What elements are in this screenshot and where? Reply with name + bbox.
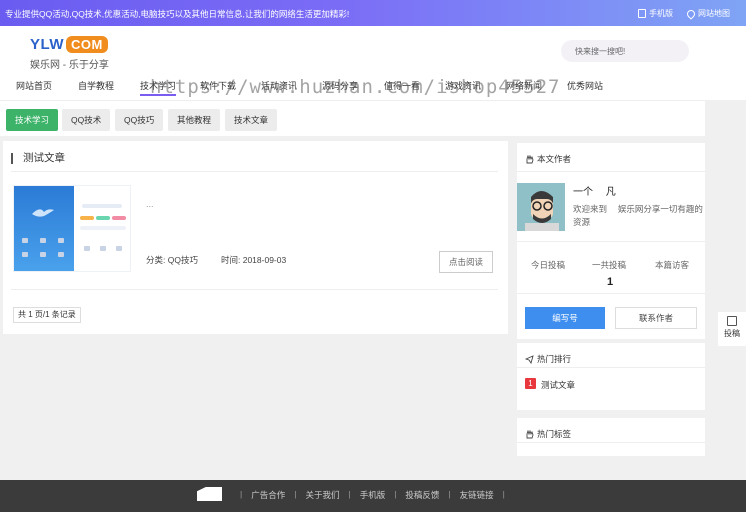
hot-tags-card: 热门标签 <box>517 418 705 456</box>
logo-mark: YLW COM <box>30 36 109 53</box>
nav-item-game-news[interactable]: 游戏资讯 <box>445 79 481 92</box>
submit-side-tab[interactable]: 投稿 <box>718 312 746 346</box>
footer-link-feedback[interactable]: 投稿反馈 <box>405 489 439 501</box>
read-more-button[interactable]: 点击阅读 <box>439 251 493 273</box>
nav-item-source-code[interactable]: 源码分享 <box>322 79 358 92</box>
logo-tagline: 娱乐网 - 乐于分享 <box>30 60 109 71</box>
bird-icon <box>32 209 54 217</box>
section-title: 测试文章 <box>11 153 65 164</box>
footer-link-about[interactable]: 关于我们 <box>305 489 339 501</box>
author-name: 一个 凡 <box>573 187 616 198</box>
footer-link-friends[interactable]: 友链链接 <box>460 489 494 501</box>
stat-today-label: 今日投稿 <box>531 260 566 270</box>
footer-logo <box>197 487 222 501</box>
top-announcement-bar: 专业提供QQ活动,QQ技术,优惠活动,电脑技巧以及其他日常信息,让我们的网络生活… <box>0 0 746 26</box>
map-pin-icon <box>685 7 697 20</box>
rank-badge: 1 <box>525 378 536 389</box>
site-slogan: 专业提供QQ活动,QQ技术,优惠活动,电脑技巧以及其他日常信息,让我们的网络生活… <box>5 9 350 19</box>
tag-tech-learning[interactable]: 技术学习 <box>6 109 59 131</box>
author-card-heading: 本文作者 <box>525 153 571 165</box>
stat-visitors-label: 本篇访客 <box>655 260 690 270</box>
main-nav: 网站首页 自学教程 技术学习 软件下载 活动资讯 源码分享 值得一看 游戏资讯 … <box>0 76 746 98</box>
mobile-link[interactable]: 手机版 <box>638 8 673 19</box>
article-thumbnail[interactable] <box>13 185 131 272</box>
tag-other-tutorials[interactable]: 其他教程 <box>168 109 221 131</box>
contact-author-button[interactable]: 联系作者 <box>615 307 697 329</box>
nav-item-net-news[interactable]: 网络新闻 <box>506 79 542 92</box>
footer-links: | 广告合作 | 关于我们 | 手机版 | 投稿反馈 | 友链链接 | <box>240 489 505 501</box>
hot-ranking-card: 热门排行 1 测试文章 <box>517 343 705 410</box>
avatar-illustration <box>517 183 565 231</box>
nav-item-home[interactable]: 网站首页 <box>16 79 52 92</box>
article-list-panel: 测试文章 ... 分类: QQ技巧 时间: 2018-09-03 点击阅读 共 … <box>3 141 508 334</box>
article-time: 时间: 2018-09-03 <box>221 255 287 265</box>
stat-total-value: 1 <box>607 276 614 288</box>
stat-total-label: 一共投稿 <box>592 260 627 270</box>
divider <box>11 289 498 290</box>
article-excerpt: ... <box>146 199 154 209</box>
paper-plane-icon <box>525 354 534 364</box>
subscribe-button[interactable]: 编写号 <box>525 307 605 329</box>
author-avatar[interactable] <box>517 183 565 231</box>
sitemap-link[interactable]: 网站地图 <box>685 7 730 20</box>
nav-item-activities[interactable]: 活动资讯 <box>261 79 297 92</box>
tag-qq-tips[interactable]: QQ技巧 <box>115 109 164 131</box>
site-footer: | 广告合作 | 关于我们 | 手机版 | 投稿反馈 | 友链链接 | <box>0 480 746 512</box>
divider <box>11 171 498 172</box>
article-category: 分类: QQ技巧 <box>146 255 198 265</box>
hand-icon <box>526 154 534 163</box>
thumbnail-sidebar <box>14 186 74 271</box>
nav-item-worth-reading[interactable]: 值得一看 <box>384 79 420 92</box>
top-links: 手机版 网站地图 <box>638 7 730 20</box>
nav-item-tutorials[interactable]: 自学教程 <box>78 79 114 92</box>
mobile-icon <box>638 9 646 18</box>
thumbnail-panel <box>74 186 130 271</box>
site-logo[interactable]: YLW COM 娱乐网 - 乐于分享 <box>30 36 109 71</box>
tag-qq-tech[interactable]: QQ技术 <box>62 109 111 131</box>
category-tag-bar: 技术学习 QQ技术 QQ技巧 其他教程 技术文章 <box>0 100 705 136</box>
nav-item-tech-learning[interactable]: 技术学习 <box>140 79 177 96</box>
search-input[interactable] <box>561 40 689 62</box>
footer-link-mobile[interactable]: 手机版 <box>360 489 386 501</box>
nav-item-software[interactable]: 软件下载 <box>200 79 236 92</box>
hand-icon <box>526 429 534 438</box>
hot-article-link[interactable]: 测试文章 <box>541 379 575 391</box>
nav-item-sites[interactable]: 优秀网站 <box>567 79 603 92</box>
hot-tags-heading: 热门标签 <box>525 428 571 440</box>
author-bio: 欢迎来到 娱乐网分享一切有趣的资源 <box>573 204 703 227</box>
footer-link-ads[interactable]: 广告合作 <box>251 489 285 501</box>
author-card: 本文作者 一个 凡 欢迎来到 娱乐网分享一切有趣的资源 今日投稿 一共投稿 本篇… <box>517 143 705 339</box>
pagination-info: 共 1 页/1 条记录 <box>13 307 81 323</box>
edit-icon <box>727 316 737 326</box>
tag-tech-articles[interactable]: 技术文章 <box>225 109 278 131</box>
hot-ranking-heading: 热门排行 <box>525 353 571 365</box>
